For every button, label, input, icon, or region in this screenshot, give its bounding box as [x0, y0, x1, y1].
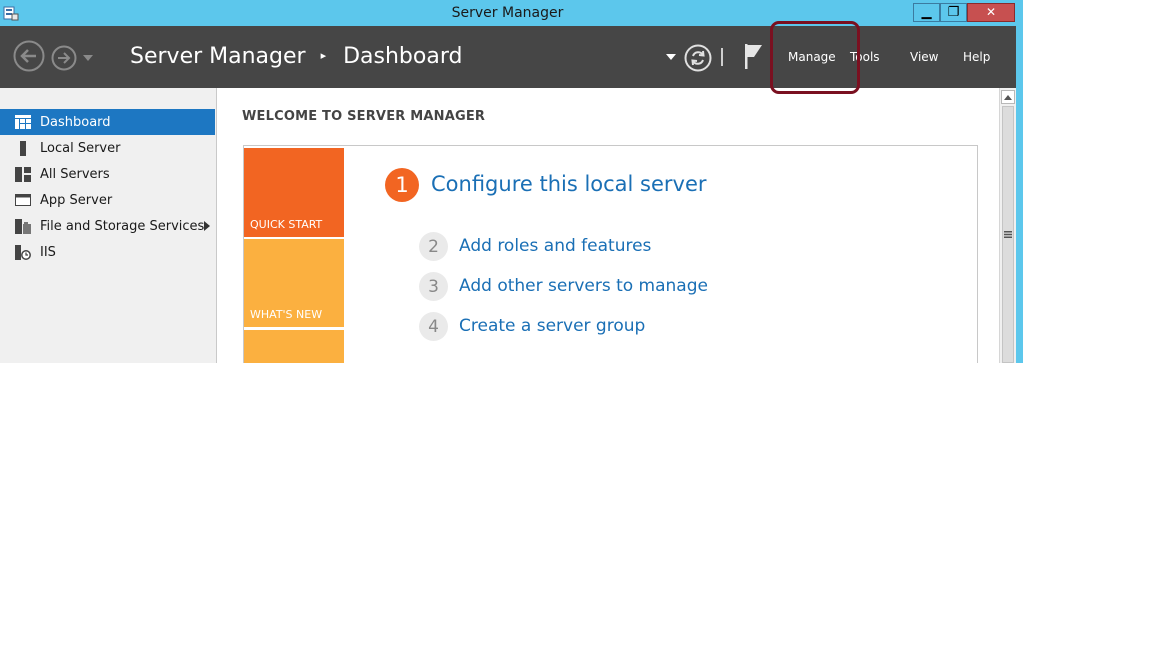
header-divider [721, 48, 723, 66]
menu-help[interactable]: Help [963, 50, 990, 64]
title-bar: Server Manager ▁ ❐ ✕ [0, 0, 1023, 26]
flag-icon[interactable] [742, 42, 764, 70]
minimize-button[interactable]: ▁ [913, 3, 940, 22]
submenu-arrow-icon[interactable] [204, 221, 210, 231]
breadcrumb-current: Dashboard [343, 44, 463, 69]
welcome-heading: WELCOME TO SERVER MANAGER [242, 109, 486, 124]
menu-tools[interactable]: Tools [850, 50, 880, 64]
tile-label: WHAT'S NEW [250, 308, 323, 321]
forward-arrow-icon[interactable] [51, 45, 77, 71]
menu-view[interactable]: View [910, 50, 938, 64]
sidebar-item-all-servers[interactable]: All Servers [0, 161, 215, 187]
minimize-icon: ▁ [921, 5, 932, 20]
grip-icon [1004, 231, 1012, 238]
server-manager-window: Server Manager ▁ ❐ ✕ Server Manager ▸ Da… [0, 0, 1023, 363]
dashboard-grid-icon [14, 114, 32, 130]
server-tower-icon [14, 140, 32, 156]
scroll-thumb[interactable] [1002, 106, 1014, 363]
sidebar-item-label: IIS [40, 244, 56, 260]
add-other-servers-link[interactable]: Add other servers to manage [459, 276, 708, 296]
sidebar-item-local-server[interactable]: Local Server [0, 135, 215, 161]
welcome-card: QUICK START WHAT'S NEW 1 Configure this … [243, 145, 978, 363]
sidebar-item-file-and-storage[interactable]: File and Storage Services [0, 213, 215, 239]
chevron-up-icon [1004, 94, 1012, 100]
vertical-scrollbar[interactable] [999, 88, 1017, 363]
close-button[interactable]: ✕ [967, 3, 1015, 22]
close-icon: ✕ [985, 5, 997, 19]
window-border [1016, 26, 1023, 363]
add-roles-features-link[interactable]: Add roles and features [459, 236, 651, 256]
restore-icon: ❐ [947, 5, 960, 20]
iis-icon [14, 244, 32, 260]
window-title: Server Manager [451, 5, 564, 21]
tile-label: QUICK START [250, 218, 323, 231]
sidebar-item-label: App Server [40, 192, 113, 208]
breadcrumb: Server Manager ▸ Dashboard [130, 44, 462, 69]
sidebar-item-dashboard[interactable]: Dashboard [0, 109, 215, 135]
breadcrumb-separator-icon: ▸ [320, 49, 327, 62]
sidebar: Dashboard Local Server All Servers App S… [0, 88, 217, 363]
sidebar-item-app-server[interactable]: App Server [0, 187, 215, 213]
sidebar-item-label: File and Storage Services [40, 218, 205, 234]
maximize-button[interactable]: ❐ [940, 3, 967, 22]
step-number-badge: 3 [419, 272, 448, 301]
header-bar: Server Manager ▸ Dashboard Manage Tools … [0, 26, 1016, 88]
sidebar-item-label: Local Server [40, 140, 121, 156]
sidebar-item-label: All Servers [40, 166, 110, 182]
configure-local-server-link[interactable]: Configure this local server [431, 172, 707, 196]
history-dropdown-icon[interactable] [82, 54, 94, 62]
sidebar-item-label: Dashboard [40, 114, 111, 130]
dashboard-content: WELCOME TO SERVER MANAGER QUICK START WH… [217, 88, 999, 363]
tile-learn-more[interactable] [244, 330, 344, 363]
scroll-up-button[interactable] [1001, 90, 1015, 104]
step-number-badge: 1 [385, 168, 419, 202]
sidebar-item-iis[interactable]: IIS [0, 239, 215, 265]
step-number-badge: 2 [419, 232, 448, 261]
tile-quick-start[interactable]: QUICK START [244, 148, 344, 237]
breadcrumb-root[interactable]: Server Manager [130, 44, 306, 69]
create-server-group-link[interactable]: Create a server group [459, 316, 645, 336]
menu-manage[interactable]: Manage [788, 50, 836, 64]
file-storage-icon [14, 218, 32, 234]
all-servers-icon [14, 166, 32, 182]
step-number-badge: 4 [419, 312, 448, 341]
refresh-icon[interactable] [684, 44, 712, 72]
back-arrow-icon[interactable] [13, 40, 45, 72]
tile-whats-new[interactable]: WHAT'S NEW [244, 239, 344, 327]
app-server-icon [14, 192, 32, 208]
notifications-dropdown-icon[interactable] [666, 54, 676, 61]
